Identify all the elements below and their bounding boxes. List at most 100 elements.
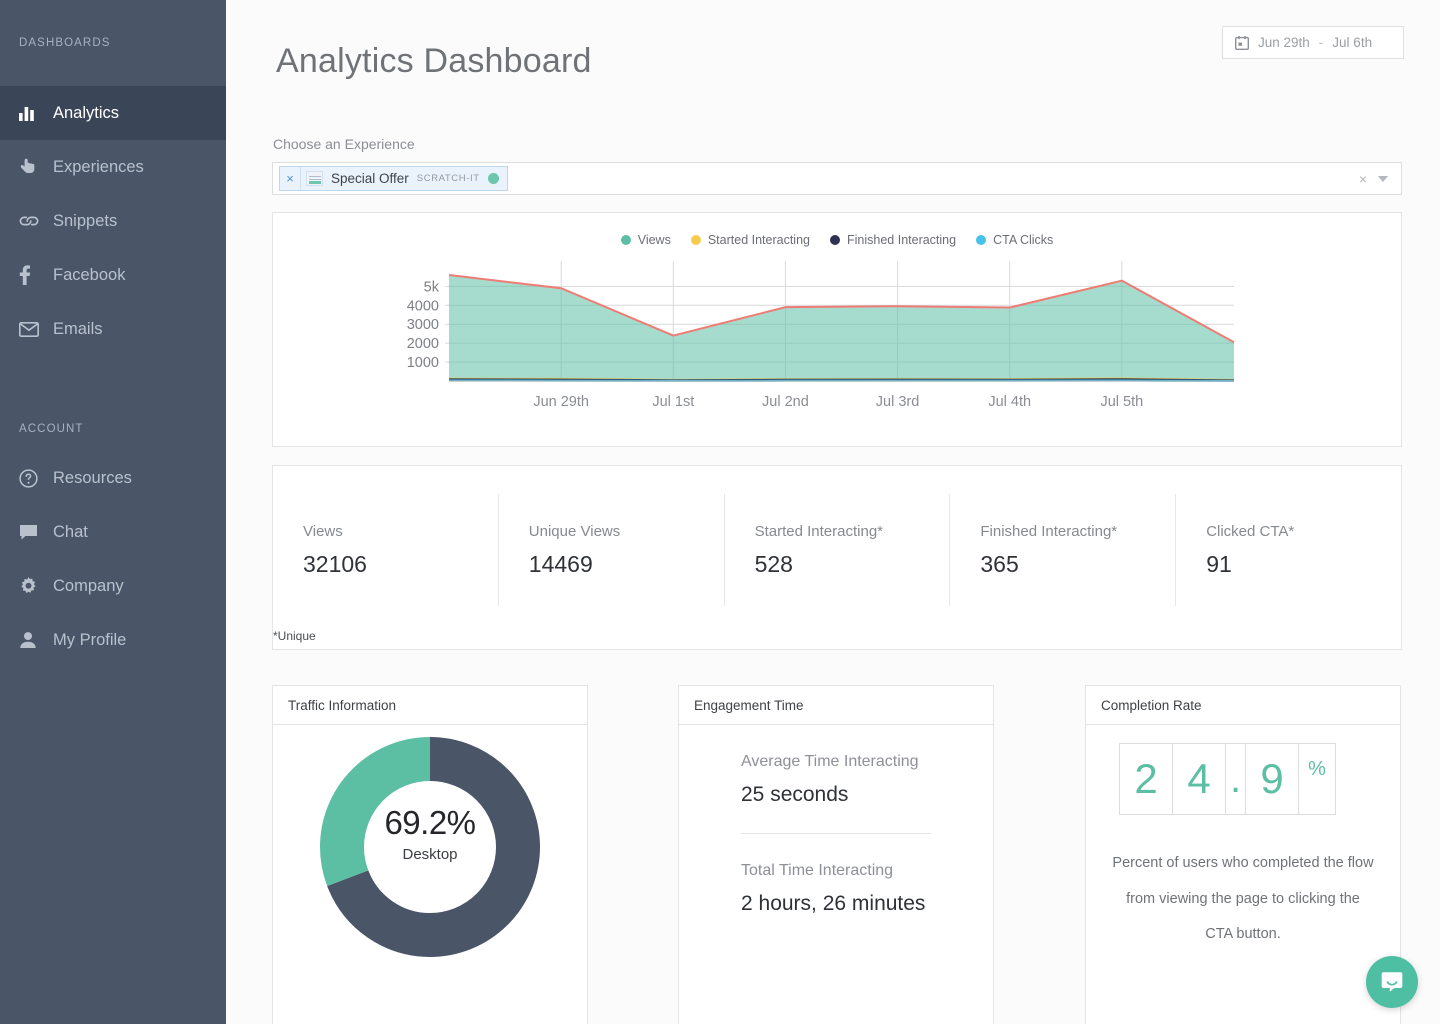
legend-label: Started Interacting [707, 233, 810, 247]
kpi-summary-card: Views 32106 Unique Views 14469 Started I… [272, 465, 1402, 650]
kpi-label: Finished Interacting* [980, 522, 1118, 540]
chat-launcher-button[interactable] [1366, 956, 1418, 1008]
sidebar-item-label: Analytics [53, 103, 120, 122]
kpi-views: Views 32106 [273, 494, 499, 606]
kpi-value: 528 [754, 550, 793, 577]
chat-bubble-icon [19, 524, 53, 541]
legend-item-finished-interacting[interactable]: Finished Interacting [830, 233, 956, 247]
svg-text:Jul 3rd: Jul 3rd [876, 394, 920, 410]
sidebar-item-label: Facebook [53, 265, 126, 284]
kpi-label: Views [303, 522, 343, 540]
sidebar-section-account: ACCOUNT [19, 423, 84, 435]
chevron-down-icon[interactable] [1378, 175, 1388, 182]
experience-type-badge: SCRATCH-IT [416, 173, 480, 184]
legend-item-views[interactable]: Views [620, 233, 671, 247]
kpi-started-interacting: Started Interacting* 528 [725, 494, 951, 606]
donut-label: Desktop [402, 846, 458, 863]
bar-chart-icon [19, 105, 53, 121]
date-range-separator: - [1318, 35, 1324, 50]
engagement-average: Average Time Interacting 25 seconds [679, 725, 993, 807]
date-range-start: Jun 29th [1258, 35, 1310, 50]
clear-selection-icon[interactable]: × [1359, 171, 1367, 187]
sidebar-section-dashboards: DASHBOARDS [19, 37, 111, 49]
kpi-unique-views: Unique Views 14469 [499, 494, 725, 606]
area-chart: 5k 4000 3000 2000 1000 Jun 29th Jul 1st Jul 2nd… [407, 261, 1235, 410]
svg-text:Jul 5th: Jul 5th [1100, 394, 1143, 410]
views-timeseries-card: Views Started Interacting Finished Inter… [272, 212, 1402, 447]
main-content: Analytics Dashboard Jun 29th - Jul 6th C… [226, 0, 1440, 1024]
sidebar-item-label: Resources [53, 468, 132, 487]
completion-rate-card: Completion Rate 2 4 . 9 % Percent of use… [1085, 685, 1401, 1024]
sidebar-item-experiences[interactable]: Experiences [0, 140, 226, 194]
date-range-picker[interactable]: Jun 29th - Jul 6th [1222, 26, 1404, 59]
kpi-footnote: *Unique [273, 629, 316, 643]
completion-digit: 9 [1246, 744, 1299, 814]
svg-text:3000: 3000 [407, 317, 439, 333]
sidebar-item-analytics[interactable]: Analytics [0, 86, 226, 140]
metric-value: 25 seconds [741, 783, 849, 806]
sidebar-item-label: Company [53, 576, 124, 595]
legend-label: Finished Interacting [847, 233, 957, 247]
legend-swatch [830, 235, 840, 245]
selected-experience-tag[interactable]: × Special Offer SCRATCH-IT [279, 166, 508, 191]
sidebar-item-company[interactable]: Company [0, 559, 226, 613]
experience-thumbnail-icon [301, 167, 327, 190]
completion-digit: 2 [1120, 744, 1173, 814]
card-title: Traffic Information [273, 686, 587, 725]
donut-percentage: 69.2% [384, 804, 476, 841]
kpi-finished-interacting: Finished Interacting* 365 [950, 494, 1177, 606]
sidebar-item-label: Experiences [53, 157, 144, 176]
sidebar-item-facebook[interactable]: Facebook [0, 248, 226, 302]
metric-label: Total Time Interacting [741, 862, 894, 879]
legend-swatch [620, 235, 631, 245]
sidebar-item-label: My Profile [53, 630, 127, 649]
kpi-value: 91 [1206, 550, 1232, 577]
sidebar-item-chat[interactable]: Chat [0, 505, 226, 559]
legend-item-cta-clicks[interactable]: CTA Clicks [976, 233, 1053, 247]
svg-text:Jun 29th: Jun 29th [533, 394, 589, 410]
legend-item-started-interacting[interactable]: Started Interacting [690, 233, 810, 247]
remove-experience-icon[interactable]: × [280, 167, 301, 190]
legend-swatch [690, 235, 701, 245]
completion-rate-display: 2 4 . 9 % [1119, 743, 1336, 815]
sidebar-item-emails[interactable]: Emails [0, 302, 226, 356]
svg-text:2000: 2000 [407, 336, 439, 352]
completion-decimal-point: . [1226, 744, 1246, 814]
legend-label: Views [637, 233, 671, 247]
kpi-value: 365 [980, 550, 1019, 577]
chart-legend: Views Started Interacting Finished Inter… [273, 233, 1401, 247]
sidebar-item-label: Emails [53, 319, 103, 338]
card-title: Engagement Time [679, 686, 993, 725]
svg-text:4000: 4000 [407, 298, 439, 314]
svg-text:1000: 1000 [407, 355, 439, 371]
engagement-time-card: Engagement Time Average Time Interacting… [678, 685, 994, 1024]
question-circle-icon [19, 468, 53, 488]
completion-percent-sign: % [1308, 758, 1326, 780]
gear-icon [19, 576, 53, 596]
envelope-icon [19, 321, 53, 337]
status-badge [487, 173, 499, 184]
donut-center-text: 69.2% Desktop [273, 804, 587, 863]
link-icon [19, 215, 53, 227]
sidebar-item-label: Chat [53, 522, 88, 541]
sidebar-item-resources[interactable]: Resources [0, 451, 226, 505]
kpi-value: 14469 [528, 550, 593, 577]
date-range-end: Jul 6th [1332, 35, 1373, 50]
engagement-total: Total Time Interacting 2 hours, 26 minut… [679, 834, 993, 916]
kpi-row: Views 32106 Unique Views 14469 Started I… [273, 494, 1401, 606]
kpi-value: 32106 [303, 550, 367, 577]
experience-name: Special Offer [331, 171, 409, 186]
experience-select[interactable]: × Special Offer SCRATCH-IT × [272, 162, 1402, 195]
traffic-information-card: Traffic Information 69.2% Desktop [272, 685, 588, 1024]
completion-digit: 4 [1173, 744, 1226, 814]
tap-hand-icon [19, 158, 53, 177]
completion-rate-description: Percent of users who completed the flow … [1112, 855, 1374, 943]
sidebar-item-snippets[interactable]: Snippets [0, 194, 226, 248]
sidebar: DASHBOARDS Analytics Experiences Snippet… [0, 0, 226, 1024]
legend-label: CTA Clicks [993, 233, 1054, 247]
kpi-label: Started Interacting* [754, 522, 884, 540]
sidebar-item-my-profile[interactable]: My Profile [0, 613, 226, 667]
select-controls: × [1359, 171, 1395, 187]
kpi-clicked-cta: Clicked CTA* 91 [1176, 494, 1401, 606]
svg-text:Jul 1st: Jul 1st [652, 394, 694, 410]
